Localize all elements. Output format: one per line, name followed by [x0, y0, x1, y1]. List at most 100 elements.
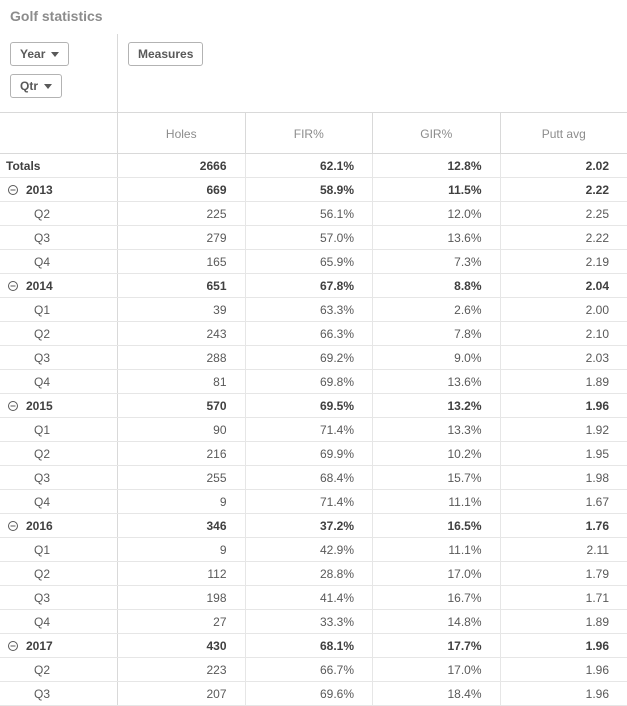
qtr-value: 216 — [118, 442, 246, 465]
measures-button[interactable]: Measures — [128, 42, 203, 66]
qtr-row: Q327957.0%13.6%2.22 — [0, 226, 627, 250]
qtr-value: 7.3% — [373, 250, 501, 273]
qtr-label: Q4 — [34, 610, 50, 634]
qtr-value: 223 — [118, 658, 246, 681]
qtr-value: 66.3% — [246, 322, 374, 345]
year-row: 201366958.9%11.5%2.22 — [0, 178, 627, 202]
column-dimension-controls: Measures — [118, 34, 627, 112]
qtr-value: 1.89 — [501, 610, 627, 633]
qtr-row: Q13963.3%2.6%2.00 — [0, 298, 627, 322]
qtr-row: Q221669.9%10.2%1.95 — [0, 442, 627, 466]
qtr-label-cell: Q1 — [0, 418, 118, 441]
qtr-value: 68.4% — [246, 466, 374, 489]
qtr-label-cell: Q3 — [0, 466, 118, 489]
qtr-value: 1.95 — [501, 442, 627, 465]
qtr-label-cell: Q1 — [0, 538, 118, 561]
qtr-value: 1.79 — [501, 562, 627, 585]
qtr-row: Q328869.2%9.0%2.03 — [0, 346, 627, 370]
qtr-row: Q319841.4%16.7%1.71 — [0, 586, 627, 610]
qtr-row: Q3 20769.6%18.4%1.96 — [0, 682, 627, 706]
totals-row: Totals266662.1%12.8%2.02 — [0, 154, 627, 178]
year-label-cell[interactable]: 2016 — [0, 514, 118, 537]
qtr-label: Q3 — [34, 586, 50, 610]
qtr-value: 9 — [118, 490, 246, 513]
qtr-value: 90 — [118, 418, 246, 441]
qtr-row: Q222556.1%12.0%2.25 — [0, 202, 627, 226]
qtr-value: 69.2% — [246, 346, 374, 369]
year-row: 201634637.2%16.5%1.76 — [0, 514, 627, 538]
qtr-value: 71.4% — [246, 418, 374, 441]
collapse-icon[interactable] — [6, 519, 20, 533]
qtr-value: 69.6% — [246, 682, 374, 705]
qtr-label-cell: Q3 — [0, 586, 118, 609]
pivot-header: Year Qtr Measures — [0, 34, 627, 113]
year-label-cell[interactable]: 2017 — [0, 634, 118, 657]
year-value: 430 — [118, 634, 246, 657]
collapse-icon[interactable] — [6, 279, 20, 293]
qtr-dropdown[interactable]: Qtr — [10, 74, 62, 98]
qtr-value: 2.03 — [501, 346, 627, 369]
qtr-label: Q2 — [34, 322, 50, 346]
year-label: 2015 — [26, 394, 53, 418]
qtr-label: Q4 — [34, 370, 50, 394]
qtr-label: Q4 — [34, 490, 50, 514]
column-header-fir[interactable]: FIR% — [246, 113, 374, 153]
year-row: 201465167.8%8.8%2.04 — [0, 274, 627, 298]
totals-value: 2.02 — [501, 154, 627, 177]
year-value: 1.96 — [501, 634, 627, 657]
qtr-label: Q2 — [34, 562, 50, 586]
qtr-label-cell: Q1 — [0, 298, 118, 321]
qtr-label-cell: Q2 — [0, 202, 118, 225]
year-label-cell[interactable]: 2014 — [0, 274, 118, 297]
qtr-value: 15.7% — [373, 466, 501, 489]
qtr-label-cell: Q4 — [0, 610, 118, 633]
year-value: 69.5% — [246, 394, 374, 417]
qtr-value: 1.71 — [501, 586, 627, 609]
year-label: 2014 — [26, 274, 53, 298]
qtr-value: 17.0% — [373, 562, 501, 585]
column-header-holes[interactable]: Holes — [118, 113, 246, 153]
year-label-cell[interactable]: 2013 — [0, 178, 118, 201]
qtr-value: 42.9% — [246, 538, 374, 561]
qtr-label: Q2 — [34, 658, 50, 682]
qtr-value: 1.96 — [501, 658, 627, 681]
qtr-value: 279 — [118, 226, 246, 249]
qtr-value: 288 — [118, 346, 246, 369]
qtr-row: Q4971.4%11.1%1.67 — [0, 490, 627, 514]
qtr-value: 2.10 — [501, 322, 627, 345]
collapse-icon[interactable] — [6, 639, 20, 653]
year-value: 17.7% — [373, 634, 501, 657]
qtr-row: Q211228.8%17.0%1.79 — [0, 562, 627, 586]
year-row: 201557069.5%13.2%1.96 — [0, 394, 627, 418]
year-label-cell[interactable]: 2015 — [0, 394, 118, 417]
totals-value: 2666 — [118, 154, 246, 177]
collapse-icon[interactable] — [6, 183, 20, 197]
qtr-value: 57.0% — [246, 226, 374, 249]
qtr-value: 65.9% — [246, 250, 374, 273]
qtr-label: Q1 — [34, 538, 50, 562]
qtr-value: 198 — [118, 586, 246, 609]
qtr-value: 63.3% — [246, 298, 374, 321]
qtr-value: 28.8% — [246, 562, 374, 585]
year-value: 570 — [118, 394, 246, 417]
qtr-value: 207 — [118, 682, 246, 705]
qtr-value: 18.4% — [373, 682, 501, 705]
column-header-gir[interactable]: GIR% — [373, 113, 501, 153]
qtr-row: Q325568.4%15.7%1.98 — [0, 466, 627, 490]
collapse-icon[interactable] — [6, 399, 20, 413]
qtr-value: 1.92 — [501, 418, 627, 441]
qtr-value: 2.00 — [501, 298, 627, 321]
qtr-row: Q42733.3%14.8%1.89 — [0, 610, 627, 634]
year-dropdown[interactable]: Year — [10, 42, 69, 66]
qtr-value: 255 — [118, 466, 246, 489]
qtr-value: 39 — [118, 298, 246, 321]
qtr-label-cell: Q4 — [0, 490, 118, 513]
column-header-putt[interactable]: Putt avg — [501, 113, 627, 153]
qtr-value: 1.89 — [501, 370, 627, 393]
qtr-value: 1.67 — [501, 490, 627, 513]
qtr-value: 71.4% — [246, 490, 374, 513]
qtr-label: Q3 — [34, 682, 50, 706]
year-value: 651 — [118, 274, 246, 297]
qtr-dropdown-label: Qtr — [20, 79, 38, 93]
qtr-value: 1.96 — [501, 682, 627, 705]
